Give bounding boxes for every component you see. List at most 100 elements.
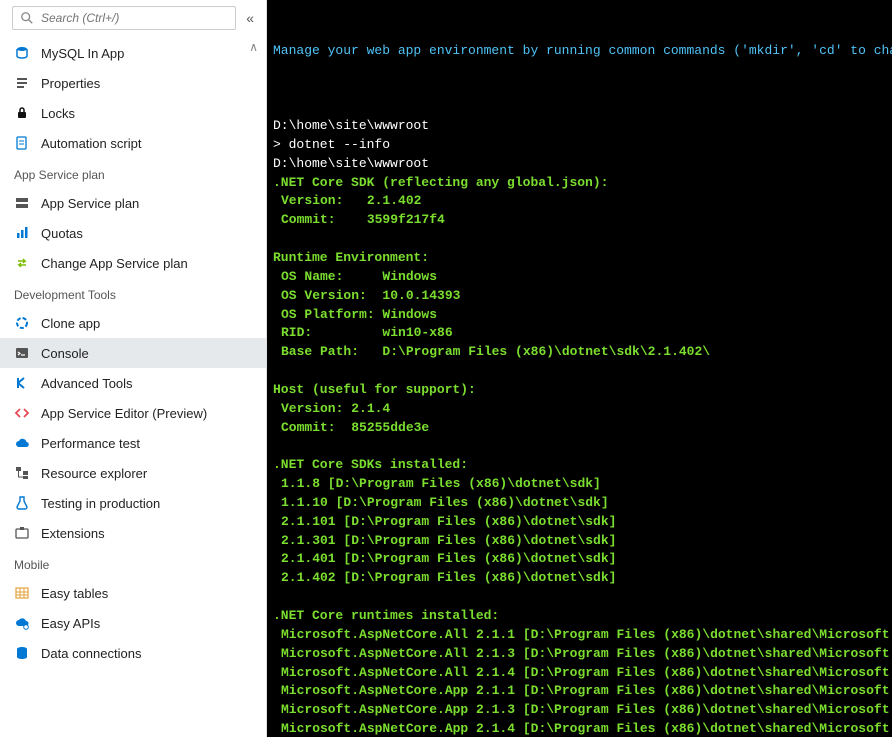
- sidebar: « ∧ MySQL In App Properties Locks Automatio…: [0, 0, 267, 737]
- sidebar-item-label: Locks: [41, 106, 75, 121]
- properties-icon: [14, 75, 30, 91]
- sidebar-item-console[interactable]: Console: [0, 338, 266, 368]
- sidebar-item-label: Clone app: [41, 316, 100, 331]
- extensions-icon: [14, 525, 30, 541]
- sidebar-item-mysql-in-app[interactable]: MySQL In App: [0, 38, 266, 68]
- sidebar-item-label: Extensions: [41, 526, 105, 541]
- console-line: Base Path: D:\Program Files (x86)\dotnet…: [273, 343, 886, 362]
- console-line: .NET Core runtimes installed:: [273, 607, 886, 626]
- sidebar-item-data-connections[interactable]: Data connections: [0, 638, 266, 668]
- console-icon: [14, 345, 30, 361]
- sidebar-item-easy-tables[interactable]: Easy tables: [0, 578, 266, 608]
- section-header: Development Tools: [0, 278, 266, 308]
- sidebar-header: «: [0, 0, 266, 38]
- sidebar-item-label: Testing in production: [41, 496, 160, 511]
- sidebar-item-app-service-plan[interactable]: App Service plan: [0, 188, 266, 218]
- scroll-up-arrow[interactable]: ∧: [247, 38, 260, 56]
- sidebar-item-clone-app[interactable]: Clone app: [0, 308, 266, 338]
- sidebar-item-quotas[interactable]: Quotas: [0, 218, 266, 248]
- console-line: Microsoft.AspNetCore.All 2.1.1 [D:\Progr…: [273, 626, 886, 645]
- console-banner: Manage your web app environment by runni…: [273, 42, 886, 61]
- sidebar-item-locks[interactable]: Locks: [0, 98, 266, 128]
- console-line: 1.1.8 [D:\Program Files (x86)\dotnet\sdk…: [273, 475, 886, 494]
- sidebar-item-label: App Service Editor (Preview): [41, 406, 207, 421]
- console-line: D:\home\site\wwwroot: [273, 117, 886, 136]
- editor-icon: [14, 405, 30, 421]
- sidebar-item-label: Resource explorer: [41, 466, 147, 481]
- console-line: Version: 2.1.402: [273, 192, 886, 211]
- apis-icon: [14, 615, 30, 631]
- console-line: D:\home\site\wwwroot: [273, 155, 886, 174]
- sidebar-item-label: MySQL In App: [41, 46, 124, 61]
- sidebar-item-label: Easy tables: [41, 586, 108, 601]
- console-line: [273, 230, 886, 249]
- sidebar-item-resource-explorer[interactable]: Resource explorer: [0, 458, 266, 488]
- console-line: .NET Core SDK (reflecting any global.jso…: [273, 174, 886, 193]
- sidebar-item-app-service-editor[interactable]: App Service Editor (Preview): [0, 398, 266, 428]
- console-line: OS Platform: Windows: [273, 306, 886, 325]
- mysql-icon: [14, 45, 30, 61]
- search-icon: [19, 10, 35, 26]
- sidebar-item-performance-test[interactable]: Performance test: [0, 428, 266, 458]
- sidebar-item-label: Quotas: [41, 226, 83, 241]
- console-line: Version: 2.1.4: [273, 400, 886, 419]
- sidebar-item-label: Console: [41, 346, 89, 361]
- console-line: > dotnet --info: [273, 136, 886, 155]
- console-line: OS Version: 10.0.14393: [273, 287, 886, 306]
- sidebar-item-automation-script[interactable]: Automation script: [0, 128, 266, 158]
- search-input[interactable]: [41, 11, 229, 25]
- console-line: .NET Core SDKs installed:: [273, 456, 886, 475]
- plan-icon: [14, 195, 30, 211]
- console-line: [273, 98, 886, 117]
- console-line: [273, 588, 886, 607]
- sidebar-item-label: App Service plan: [41, 196, 139, 211]
- sidebar-item-label: Automation script: [41, 136, 141, 151]
- console-line: RID: win10-x86: [273, 324, 886, 343]
- console-lines: D:\home\site\wwwroot> dotnet --infoD:\ho…: [273, 98, 886, 737]
- tools-icon: [14, 375, 30, 391]
- console-line: [273, 437, 886, 456]
- sidebar-item-label: Change App Service plan: [41, 256, 188, 271]
- console-line: Microsoft.AspNetCore.All 2.1.3 [D:\Progr…: [273, 645, 886, 664]
- console-line: Commit: 85255dde3e: [273, 419, 886, 438]
- tables-icon: [14, 585, 30, 601]
- sidebar-item-label: Properties: [41, 76, 100, 91]
- section-header: App Service plan: [0, 158, 266, 188]
- console-line: 1.1.10 [D:\Program Files (x86)\dotnet\sd…: [273, 494, 886, 513]
- console-line: Runtime Environment:: [273, 249, 886, 268]
- console-line: 2.1.101 [D:\Program Files (x86)\dotnet\s…: [273, 513, 886, 532]
- console-line: 2.1.401 [D:\Program Files (x86)\dotnet\s…: [273, 550, 886, 569]
- search-box[interactable]: [12, 6, 236, 30]
- collapse-sidebar-button[interactable]: «: [242, 8, 258, 28]
- console-line: Commit: 3599f217f4: [273, 211, 886, 230]
- console-output[interactable]: Manage your web app environment by runni…: [267, 0, 892, 737]
- console-line: Microsoft.AspNetCore.App 2.1.4 [D:\Progr…: [273, 720, 886, 737]
- explorer-icon: [14, 465, 30, 481]
- sidebar-item-advanced-tools[interactable]: Advanced Tools: [0, 368, 266, 398]
- section-header: Mobile: [0, 548, 266, 578]
- sidebar-item-easy-apis[interactable]: Easy APIs: [0, 608, 266, 638]
- script-icon: [14, 135, 30, 151]
- sidebar-item-properties[interactable]: Properties: [0, 68, 266, 98]
- console-line: Host (useful for support):: [273, 381, 886, 400]
- console-line: Microsoft.AspNetCore.App 2.1.3 [D:\Progr…: [273, 701, 886, 720]
- console-line: OS Name: Windows: [273, 268, 886, 287]
- sidebar-item-testing-in-prod[interactable]: Testing in production: [0, 488, 266, 518]
- console-line: 2.1.301 [D:\Program Files (x86)\dotnet\s…: [273, 532, 886, 551]
- sidebar-item-change-plan[interactable]: Change App Service plan: [0, 248, 266, 278]
- clone-icon: [14, 315, 30, 331]
- console-line: 2.1.402 [D:\Program Files (x86)\dotnet\s…: [273, 569, 886, 588]
- testing-icon: [14, 495, 30, 511]
- change-plan-icon: [14, 255, 30, 271]
- quotas-icon: [14, 225, 30, 241]
- console-line: Microsoft.AspNetCore.All 2.1.4 [D:\Progr…: [273, 664, 886, 683]
- sidebar-item-label: Advanced Tools: [41, 376, 133, 391]
- sidebar-item-extensions[interactable]: Extensions: [0, 518, 266, 548]
- sidebar-nav: MySQL In App Properties Locks Automation sc…: [0, 38, 266, 668]
- sidebar-item-label: Data connections: [41, 646, 141, 661]
- sidebar-item-label: Easy APIs: [41, 616, 100, 631]
- lock-icon: [14, 105, 30, 121]
- data-icon: [14, 645, 30, 661]
- sidebar-item-label: Performance test: [41, 436, 140, 451]
- console-line: [273, 362, 886, 381]
